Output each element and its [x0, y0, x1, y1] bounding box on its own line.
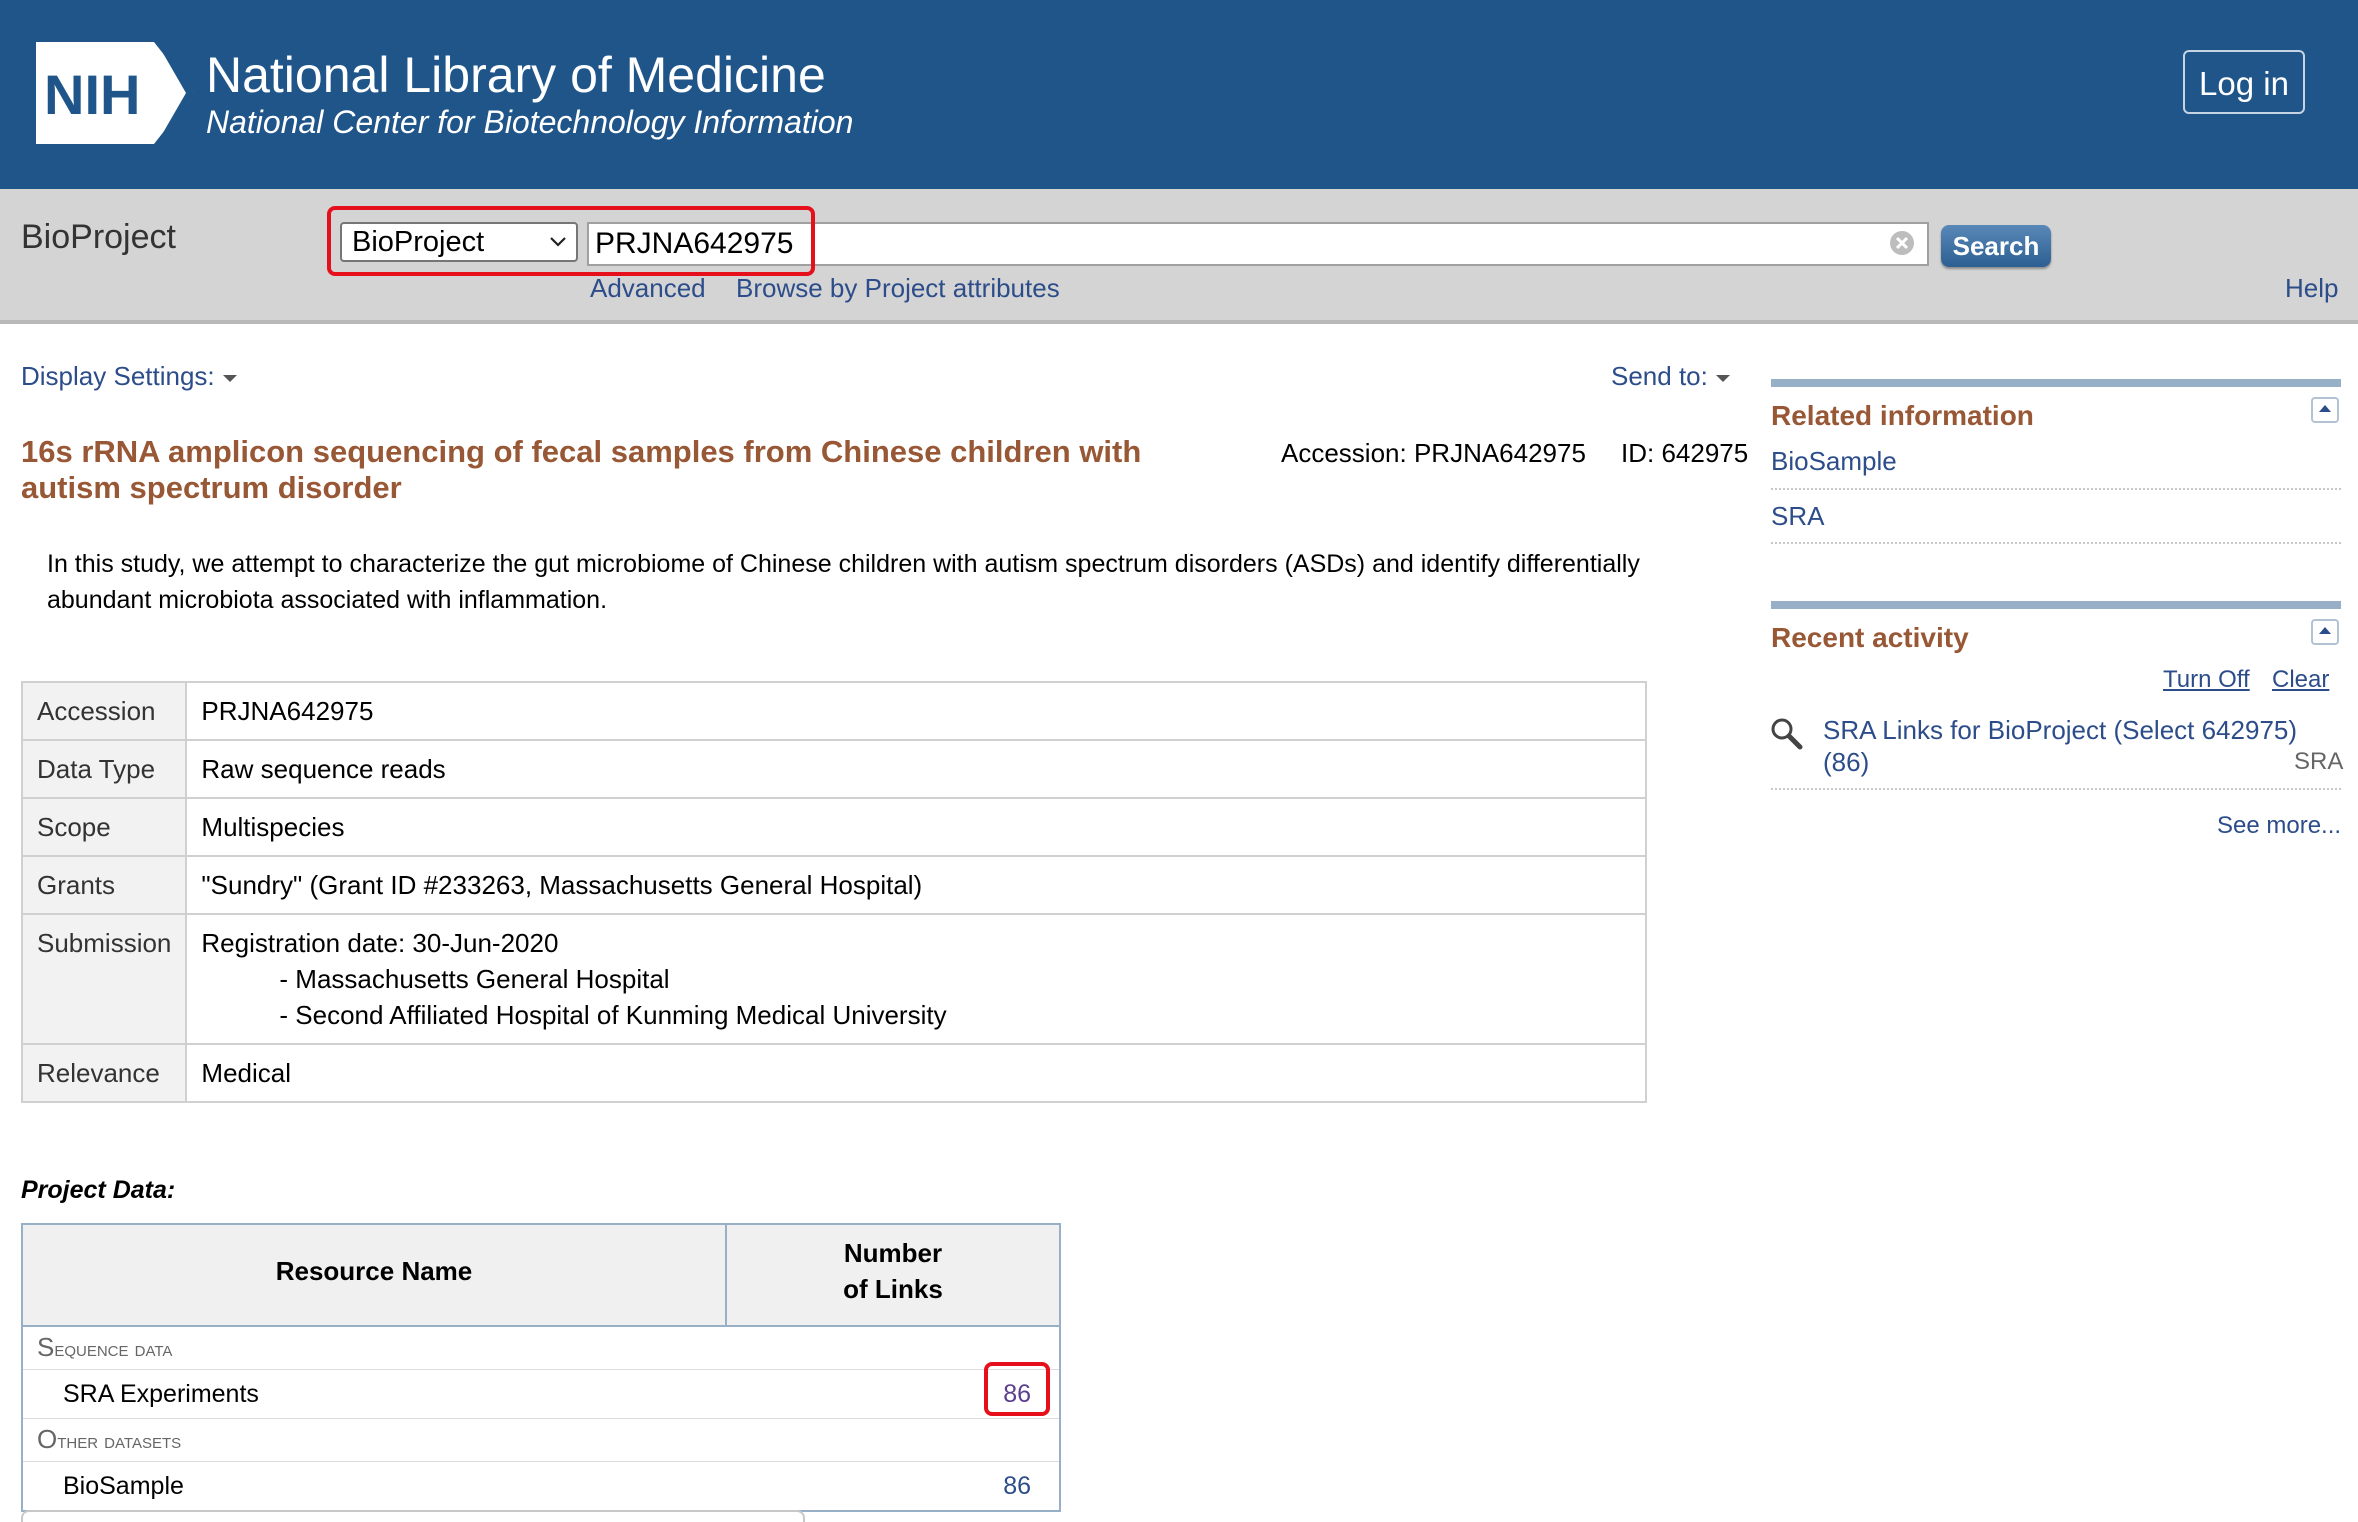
see-more-link[interactable]: See more... [2217, 810, 2341, 842]
site-title[interactable]: National Library of Medicine [206, 44, 826, 106]
category-label: Other datasets [22, 1418, 1060, 1462]
row-value: Multispecies [185, 797, 1647, 857]
row-label: Grants [20, 855, 188, 915]
resource-count-link[interactable]: 86 [726, 1461, 1060, 1512]
related-link-biosample[interactable]: BioSample [1771, 443, 1897, 479]
table-row: SRA Experiments 86 [22, 1369, 1060, 1419]
collapse-icon[interactable] [2311, 397, 2339, 423]
project-data-table: Resource Name Number of Links Sequence d… [21, 1223, 1061, 1512]
submitter-org: - Second Affiliated Hospital of Kunming … [279, 1000, 947, 1030]
row-label: Scope [20, 797, 188, 857]
highlight-annotation [327, 206, 815, 276]
search-icon [1771, 718, 1803, 750]
table-row: Grants "Sundry" (Grant ID #233263, Massa… [20, 855, 1647, 915]
accession-label: Accession: PRJNA642975 [1281, 438, 1586, 468]
id-label: ID: 642975 [1621, 438, 1749, 468]
help-link[interactable]: Help [2285, 270, 2338, 306]
table-row: Scope Multispecies [20, 797, 1647, 857]
advanced-search-link[interactable]: Advanced [590, 270, 706, 306]
next-section-edge [21, 1510, 805, 1522]
caret-down-icon [222, 374, 237, 382]
table-row: Relevance Medical [20, 1043, 1647, 1103]
project-data-heading: Project Data: [21, 1176, 176, 1204]
row-value: Medical [185, 1043, 1647, 1103]
related-info-title: Related information [1771, 400, 2034, 431]
database-title[interactable]: BioProject [21, 214, 176, 260]
row-label: Data Type [20, 739, 188, 799]
row-label: Relevance [20, 1043, 188, 1103]
table-header-row: Resource Name Number of Links [21, 1223, 1061, 1327]
activity-db-label: SRA [2294, 748, 2344, 775]
table-row: Accession PRJNA642975 [20, 681, 1647, 741]
browse-attributes-link[interactable]: Browse by Project attributes [736, 270, 1060, 306]
table-row: BioSample 86 [22, 1461, 1060, 1512]
table-row: Submission Registration date: 30-Jun-202… [20, 913, 1647, 1045]
divider [1771, 542, 2341, 544]
display-settings-label: Display Settings: [21, 361, 215, 391]
related-info-divider [1771, 379, 2341, 387]
recent-activity-title: Recent activity [1771, 622, 1969, 653]
column-header-line: of Links [843, 1274, 943, 1304]
column-header: Resource Name [21, 1223, 727, 1327]
category-row: Other datasets [22, 1418, 1060, 1462]
recent-activity-divider [1771, 601, 2341, 609]
send-to-label: Send to: [1611, 361, 1708, 391]
recent-activity-item[interactable]: SRA Links for BioProject (Select 642975)… [1823, 714, 2303, 778]
nih-logo-text: NIH [44, 63, 140, 126]
resource-name: BioSample [22, 1461, 726, 1512]
turn-off-link[interactable]: Turn Off [2163, 664, 2250, 696]
clear-link[interactable]: Clear [2272, 664, 2329, 696]
row-value: Registration date: 30-Jun-2020 - Massach… [185, 913, 1647, 1045]
category-label: Sequence data [22, 1326, 1060, 1370]
collapse-icon[interactable] [2311, 619, 2339, 645]
divider [1771, 488, 2341, 490]
resource-name: SRA Experiments [22, 1369, 726, 1419]
category-row: Sequence data [22, 1326, 1060, 1370]
row-label: Submission [20, 913, 188, 1045]
send-to-menu[interactable]: Send to: [1611, 358, 1730, 394]
nih-logo[interactable]: NIH [36, 42, 194, 144]
related-link-sra[interactable]: SRA [1771, 498, 1824, 534]
site-subtitle[interactable]: National Center for Biotechnology Inform… [206, 102, 853, 142]
project-title: 16s rRNA amplicon sequencing of fecal sa… [21, 434, 1142, 505]
clear-search-icon[interactable] [1889, 230, 1915, 256]
display-settings-menu[interactable]: Display Settings: [21, 358, 237, 394]
login-button[interactable]: Log in [2183, 50, 2305, 114]
highlight-annotation [984, 1362, 1050, 1416]
row-label: Accession [20, 681, 188, 741]
registration-date: Registration date: 30-Jun-2020 [201, 928, 559, 958]
caret-down-icon [1715, 374, 1730, 382]
search-button[interactable]: Search [1941, 225, 2051, 267]
table-row: Data Type Raw sequence reads [20, 739, 1647, 799]
divider [1771, 788, 2341, 790]
project-info-table: Accession PRJNA642975 Data Type Raw sequ… [20, 681, 1647, 1103]
column-header-line: Number [843, 1238, 943, 1268]
row-value: "Sundry" (Grant ID #233263, Massachusett… [185, 855, 1647, 915]
row-value: Raw sequence reads [185, 739, 1647, 799]
submitter-org: - Massachusetts General Hospital [279, 964, 670, 994]
project-description: In this study, we attempt to characteriz… [47, 550, 1640, 614]
row-value: PRJNA642975 [185, 681, 1647, 741]
column-header: Number of Links [725, 1223, 1061, 1327]
